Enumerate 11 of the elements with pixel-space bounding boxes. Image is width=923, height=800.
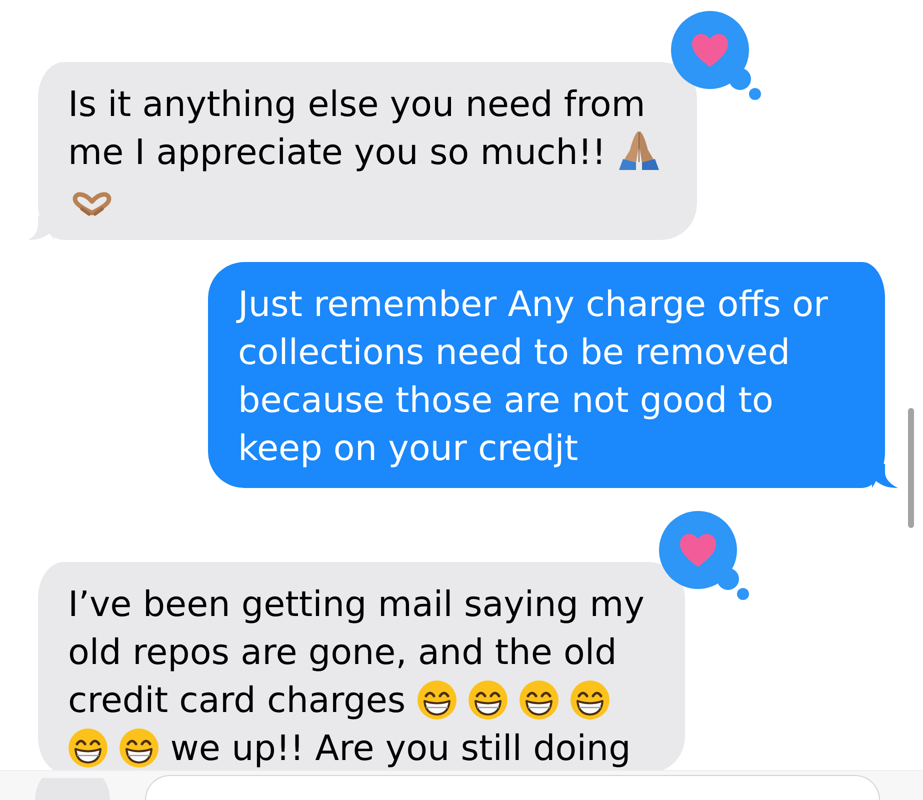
message-text: Just remember Any charge offs or collections need to be removed because those are not good to keep on your credjt xyxy=(238,284,829,471)
grinning-face-icon xyxy=(570,680,610,720)
grinning-face-icon xyxy=(416,680,457,720)
grinning-face-icon xyxy=(519,680,560,720)
grinning-face-icon xyxy=(119,728,160,768)
message-field[interactable] xyxy=(145,775,880,800)
message-text: I’ve been getting mail saying my old repos are gone, and the old credit card charges we up!! Are you still doing xyxy=(68,584,646,770)
grinning-face-icon xyxy=(468,680,508,720)
grinning-face-icon xyxy=(68,728,108,768)
folded-hands-icon xyxy=(617,130,662,170)
message-text: Is it anything else you need from me I appreciate you so much!! xyxy=(68,81,677,225)
